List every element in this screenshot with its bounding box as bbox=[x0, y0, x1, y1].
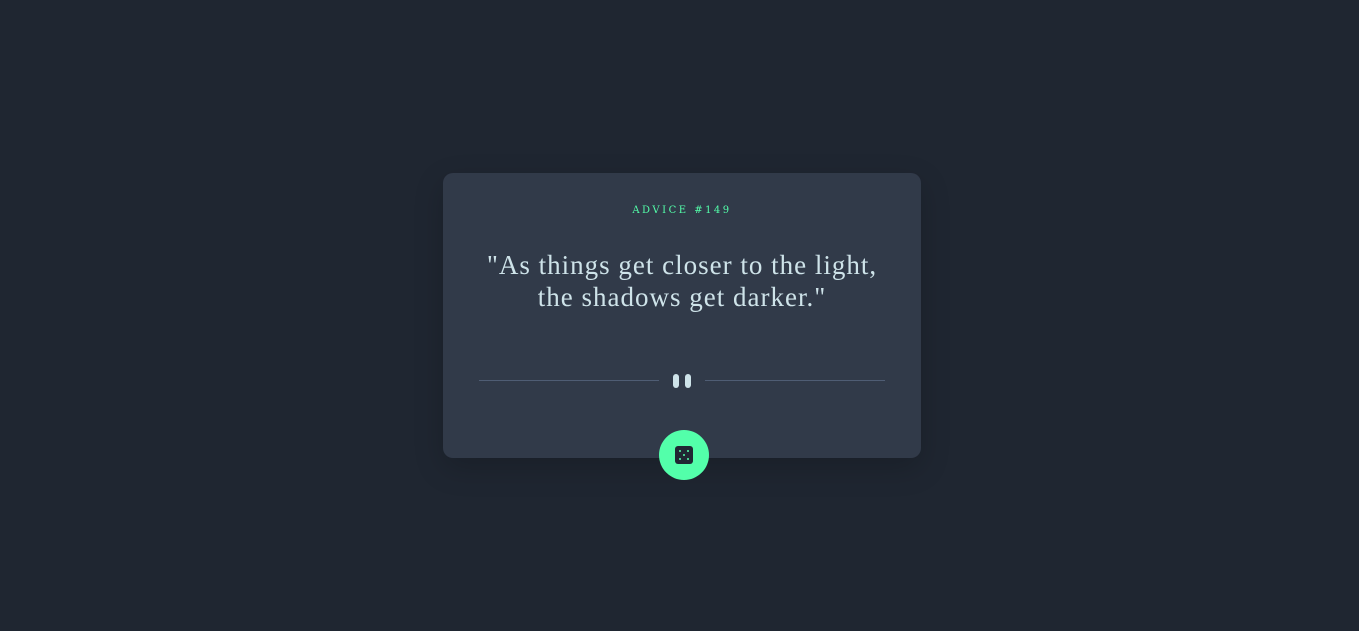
pattern-divider bbox=[479, 371, 885, 391]
advice-id-label: ADVICE #149 bbox=[632, 205, 732, 216]
divider-line-right bbox=[705, 380, 885, 381]
dice-icon bbox=[675, 446, 693, 464]
new-advice-button[interactable] bbox=[659, 430, 709, 480]
advice-card: ADVICE #149 "As things get closer to the… bbox=[443, 173, 921, 458]
advice-quote: "As things get closer to the light, the … bbox=[486, 250, 878, 312]
pause-icon bbox=[671, 374, 693, 388]
divider-line-left bbox=[479, 380, 659, 381]
